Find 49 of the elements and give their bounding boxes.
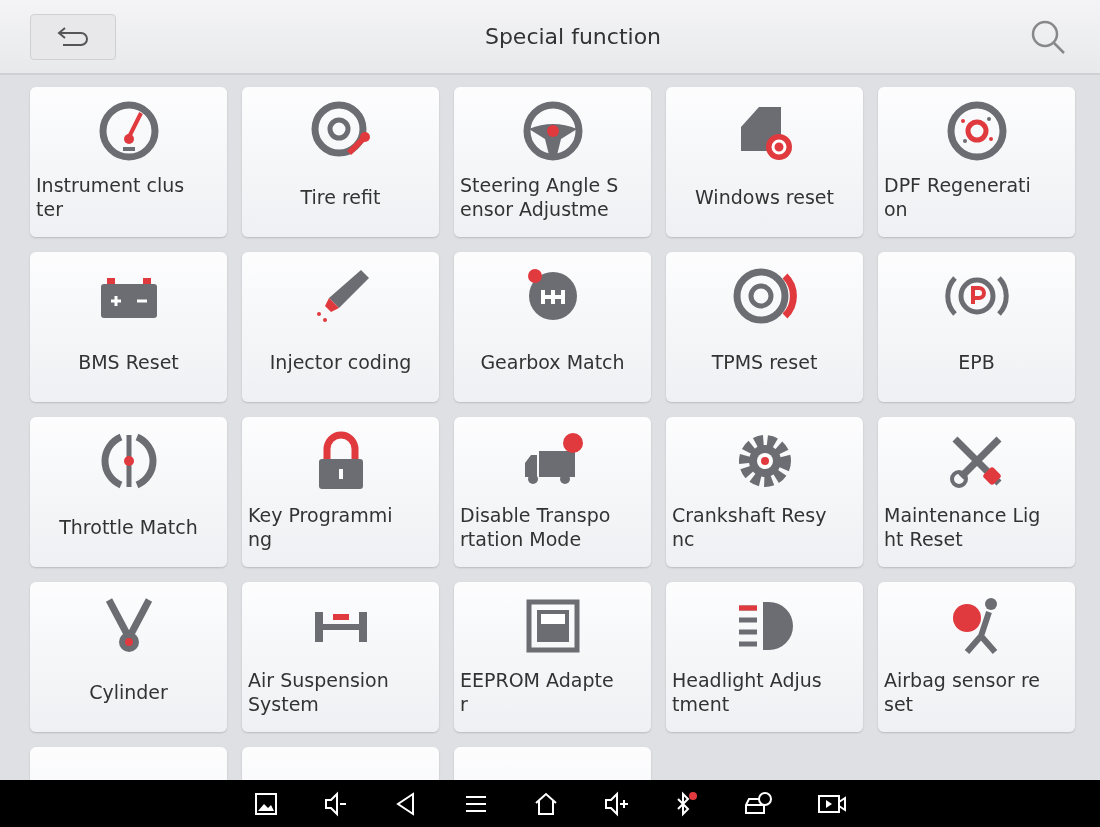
page-title: Special function bbox=[484, 24, 662, 49]
volume-down-icon[interactable] bbox=[323, 790, 349, 817]
back-icon bbox=[55, 25, 91, 48]
function-tile[interactable]: Key Programmi ng bbox=[242, 417, 439, 567]
function-label: BMS Reset bbox=[77, 350, 180, 375]
function-label: Cylinder bbox=[88, 680, 169, 705]
function-label: Steering Angle S ensor Adjustme bbox=[460, 173, 620, 222]
function-tile[interactable]: Airbag sensor re set bbox=[878, 582, 1075, 732]
function-tile[interactable]: Maintenance Lig ht Reset bbox=[878, 417, 1075, 567]
function-tile[interactable]: TPMS reset bbox=[666, 252, 863, 402]
function-label: EPB bbox=[957, 350, 996, 375]
function-tile[interactable]: Disable Transpo rtation Mode bbox=[454, 417, 651, 567]
function-tile[interactable]: Gearbox Match bbox=[454, 252, 651, 402]
function-label: Airbag sensor re set bbox=[884, 668, 1041, 717]
function-tile[interactable]: Crankshaft Resy nc bbox=[666, 417, 863, 567]
function-tile[interactable]: DPF Regenerati on bbox=[878, 87, 1075, 237]
function-tile[interactable]: Injector coding bbox=[242, 252, 439, 402]
function-label: DPF Regenerati on bbox=[884, 173, 1032, 222]
function-tile[interactable]: BMS Reset bbox=[30, 252, 227, 402]
function-label: EEPROM Adapte r bbox=[460, 668, 615, 717]
back-button[interactable] bbox=[30, 13, 116, 60]
function-tile[interactable]: Headlight Adjus tment bbox=[666, 582, 863, 732]
function-label: Key Programmi ng bbox=[248, 503, 394, 552]
search-icon[interactable] bbox=[1030, 18, 1066, 55]
function-tile[interactable]: Instrument clus ter bbox=[30, 87, 227, 237]
function-tile[interactable]: Windows reset bbox=[666, 87, 863, 237]
volume-up-icon[interactable] bbox=[603, 790, 629, 817]
function-label: Air Suspension System bbox=[248, 668, 390, 717]
function-label: Crankshaft Resy nc bbox=[672, 503, 828, 552]
function-label: Gearbox Match bbox=[479, 350, 626, 375]
function-label: Disable Transpo rtation Mode bbox=[460, 503, 612, 552]
function-tile[interactable]: EEPROM Adapte r bbox=[454, 582, 651, 732]
car-diagnostic-icon[interactable] bbox=[743, 790, 773, 817]
gallery-icon[interactable] bbox=[253, 790, 279, 817]
function-tile[interactable]: Tire refit bbox=[242, 87, 439, 237]
function-tile[interactable]: Cylinder bbox=[30, 582, 227, 732]
function-label: Instrument clus ter bbox=[36, 173, 186, 222]
function-label: Injector coding bbox=[268, 350, 413, 375]
function-label: Tire refit bbox=[299, 185, 382, 210]
function-label: TPMS reset bbox=[710, 350, 819, 375]
home-icon[interactable] bbox=[533, 790, 559, 817]
function-label: Maintenance Lig ht Reset bbox=[884, 503, 1042, 552]
function-tile[interactable]: EPB bbox=[878, 252, 1075, 402]
function-tile[interactable]: Throttle Match bbox=[30, 417, 227, 567]
function-label: Headlight Adjus tment bbox=[672, 668, 823, 717]
function-tile[interactable]: Steering Angle S ensor Adjustme bbox=[454, 87, 651, 237]
function-tile[interactable]: Air Suspension System bbox=[242, 582, 439, 732]
function-label: Windows reset bbox=[694, 185, 835, 210]
function-label: Throttle Match bbox=[58, 515, 199, 540]
